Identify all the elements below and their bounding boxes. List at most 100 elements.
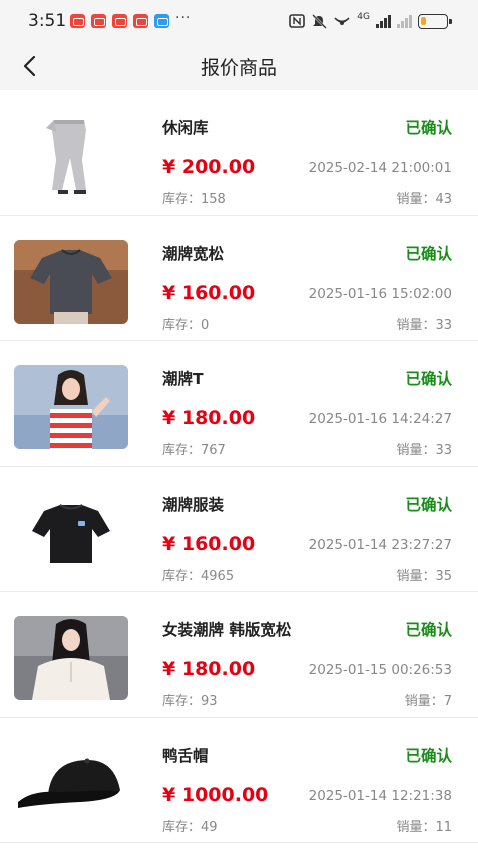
product-price: ¥ 200.00 [162,156,255,178]
price-value: 160.00 [181,281,256,304]
hotspot-icon [334,16,350,25]
product-item[interactable]: 潮牌宽松 已确认 ¥ 160.00 2025-01-16 15:02:00 库存：0 销量… [0,215,478,341]
stock-label: 库存： [162,192,202,207]
quote-time: 2025-01-16 14:24:27 [308,411,452,427]
sales-label: 销量： [396,192,436,207]
product-image [14,114,128,198]
stock-info: 库存：93 [162,690,218,709]
status-label: 已确认 [405,244,452,263]
stock-value: 4965 [201,568,235,584]
product-price: ¥ 160.00 [162,282,255,304]
currency-symbol: ¥ [162,783,182,806]
product-item[interactable]: 休闲库 已确认 ¥ 200.00 2025-02-14 21:00:01 库存：158 销… [0,90,478,216]
signal-icon [376,14,391,28]
product-image [14,365,128,449]
product-price: ¥ 180.00 [162,658,255,680]
sales-value: 33 [435,317,452,333]
stock-label: 库存： [162,443,202,458]
product-image [14,239,128,324]
price-value: 160.00 [181,532,256,555]
quote-time: 2025-01-15 00:26:53 [308,662,452,678]
notification-icon [70,14,85,28]
sales-label: 销量： [396,443,436,458]
sales-value: 11 [435,819,452,835]
system-icons: 4G [289,12,452,30]
nfc-icon [289,14,306,28]
battery-icon [418,13,452,29]
product-name: 潮牌T [162,370,204,388]
sales-label: 销量： [396,568,436,584]
product-name: 鸭舌帽 [162,746,209,765]
stock-info: 库存：49 [162,816,218,835]
currency-symbol: ¥ [162,156,182,178]
currency-symbol: ¥ [162,658,182,680]
sales-label: 销量： [404,694,444,709]
stock-label: 库存： [162,568,202,584]
network-type: 4G [357,12,370,22]
quote-time: 2025-01-14 12:21:38 [308,787,452,804]
currency-symbol: ¥ [162,532,182,555]
product-name: 休闲库 [162,119,209,137]
sales-label: 销量： [396,819,436,835]
product-name: 潮牌服装 [162,495,225,514]
status-bar: 3:51 ··· 4G [0,0,478,42]
product-name: 潮牌宽松 [162,244,225,263]
product-image [14,490,128,575]
stock-info: 库存：4965 [162,565,234,584]
status-label: 已确认 [405,119,452,137]
mute-icon [312,13,328,29]
price-value: 180.00 [181,407,256,429]
sales-info: 销量：35 [396,565,452,584]
status-time: 3:51 [28,11,67,31]
product-image [14,741,128,826]
currency-symbol: ¥ [162,281,182,304]
notification-icon [112,14,127,28]
page-title: 报价商品 [200,57,277,79]
message-icon [154,14,169,28]
signal-weak-icon [397,14,412,28]
sales-info: 销量：33 [396,439,452,458]
header-bar: 报价商品 [0,42,478,90]
battery-level [421,16,427,25]
stock-value: 0 [201,317,210,333]
product-name: 女装潮牌 韩版宽松 [162,621,292,639]
quote-time: 2025-01-14 23:27:27 [308,536,452,553]
stock-value: 158 [201,192,226,207]
status-label: 已确认 [405,495,452,514]
sales-value: 7 [443,694,452,709]
status-label: 已确认 [405,370,452,388]
sales-info: 销量：43 [396,188,452,207]
product-item[interactable]: 潮牌服装 已确认 ¥ 160.00 2025-01-14 23:27:27 库存：496… [0,466,478,592]
currency-symbol: ¥ [162,407,182,429]
status-label: 已确认 [405,621,452,639]
sales-value: 43 [435,192,452,207]
price-value: 200.00 [181,156,256,178]
stock-value: 767 [201,443,226,458]
sales-value: 33 [435,443,452,458]
more-notifications: ··· [175,10,192,26]
stock-value: 93 [201,694,218,709]
stock-info: 库存：0 [162,314,209,333]
stock-label: 库存： [162,317,202,333]
stock-label: 库存： [162,694,202,709]
product-price: ¥ 160.00 [162,533,255,555]
product-item[interactable]: 女装潮牌 韩版宽松 已确认 ¥ 180.00 2025-01-15 00:26:53 库… [0,592,478,718]
sales-info: 销量：33 [396,314,452,333]
stock-info: 库存：767 [162,439,226,458]
product-image [14,616,128,700]
sales-info: 销量：7 [405,690,452,709]
notification-icon [91,14,106,28]
price-value: 1000.00 [181,783,269,806]
quote-time: 2025-01-16 15:02:00 [308,285,452,302]
product-list: 休闲库 已确认 ¥ 200.00 2025-02-14 21:00:01 库存：158 销… [0,90,478,843]
stock-info: 库存：158 [162,188,226,207]
product-item[interactable]: 潮牌T 已确认 ¥ 180.00 2025-01-16 14:24:27 库存：767 销… [0,341,478,467]
product-item[interactable]: 鸭舌帽 已确认 ¥ 1000.00 2025-01-14 12:21:38 库存：49 销… [0,717,478,843]
stock-value: 49 [201,819,218,835]
stock-label: 库存： [162,819,202,835]
product-price: ¥ 180.00 [162,407,255,429]
quote-time: 2025-02-14 21:00:01 [308,160,452,176]
notification-icon [133,14,148,28]
price-value: 180.00 [181,658,256,680]
sales-value: 35 [435,568,452,584]
